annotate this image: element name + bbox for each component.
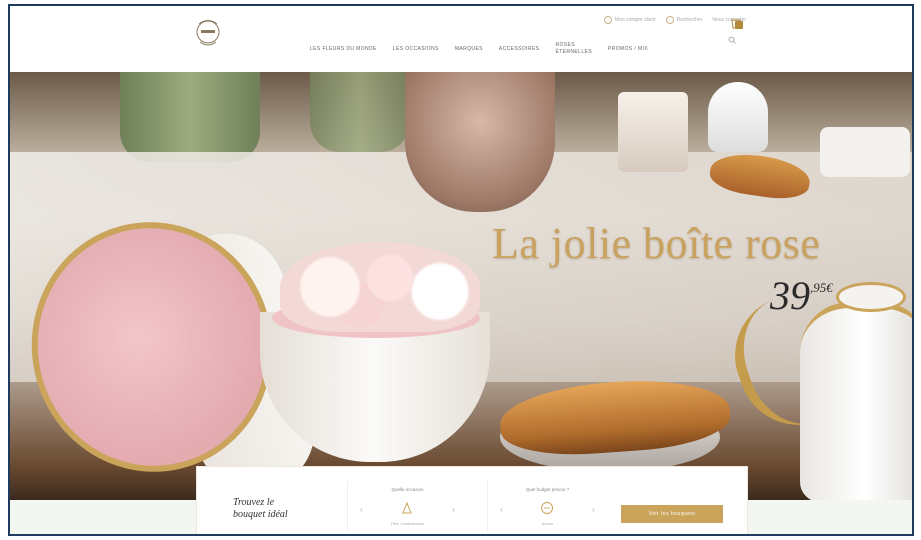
nav-item-fleurs-du-monde[interactable]: Les Fleurs du Monde [310, 46, 377, 53]
decor-jar [405, 72, 555, 212]
decor-teapot [800, 302, 912, 500]
price-euros: 39 [770, 273, 810, 318]
hero-price: 39,95€ [770, 272, 833, 319]
occasion-selector[interactable]: Quelle occasion ‹ › Fête / Anniversaire [347, 481, 467, 531]
main-nav: Les Fleurs du Monde Les Occasions Marque… [310, 42, 648, 56]
site-header: Mon compte client Rechercher Nous contac… [10, 6, 912, 74]
nav-item-marques[interactable]: Marques [455, 46, 483, 53]
user-icon [603, 16, 612, 24]
utility-links: Mon compte client Rechercher Nous contac… [603, 16, 746, 24]
teapot-lid [836, 282, 906, 312]
utility-link-label: Rechercher [676, 17, 703, 23]
view-bouquets-button[interactable]: Voir les bouquets [621, 505, 723, 523]
nav-item-occasions[interactable]: Les Occasions [393, 46, 439, 53]
cart-button[interactable] [730, 16, 743, 30]
roses-bouquet [280, 242, 480, 332]
decor-glass [310, 72, 410, 152]
price-cents: ,95€ [810, 280, 833, 295]
decor-candle [618, 92, 688, 172]
chevron-right-icon[interactable]: › [452, 505, 455, 514]
chevron-right-icon[interactable]: › [592, 505, 595, 514]
browser-frame: Mon compte client Rechercher Nous contac… [8, 4, 914, 536]
utility-link-account[interactable]: Mon compte client [603, 16, 656, 24]
bouquet-finder: Trouvez le bouquet idéal Quelle occasion… [196, 466, 748, 534]
occasion-label: Quelle occasion [391, 487, 424, 492]
occasion-value: Fête / Anniversaire [390, 521, 425, 526]
budget-selector[interactable]: Quel budget prévoir ? ‹ › Aucun [487, 481, 607, 531]
cart-badge [735, 21, 743, 29]
search-icon [665, 16, 674, 24]
coin-icon [541, 502, 553, 514]
hero-title: La jolie boîte rose [492, 219, 821, 268]
finder-title: Trouvez le bouquet idéal [233, 497, 288, 520]
nav-item-roses-eternelles[interactable]: Roses Éternelles [555, 42, 592, 56]
decor-cup [820, 127, 910, 177]
nav-item-promos[interactable]: Promos / Mix [608, 46, 648, 53]
gift-icon [402, 501, 412, 514]
nav-item-accessoires[interactable]: Accessoires [499, 46, 540, 53]
utility-link-search[interactable]: Rechercher [665, 16, 703, 24]
budget-label: Quel budget prévoir ? [525, 487, 570, 492]
search-icon[interactable] [728, 36, 736, 44]
brand-logo[interactable] [188, 14, 228, 54]
decor-vase [708, 82, 768, 152]
decor-glass [120, 72, 260, 162]
budget-value: Aucun [541, 521, 554, 526]
utility-link-label: Mon compte client [614, 17, 656, 23]
chevron-left-icon[interactable]: ‹ [500, 505, 503, 514]
chevron-left-icon[interactable]: ‹ [360, 505, 363, 514]
hero-banner[interactable]: La jolie boîte rose 39,95€ [10, 72, 912, 500]
